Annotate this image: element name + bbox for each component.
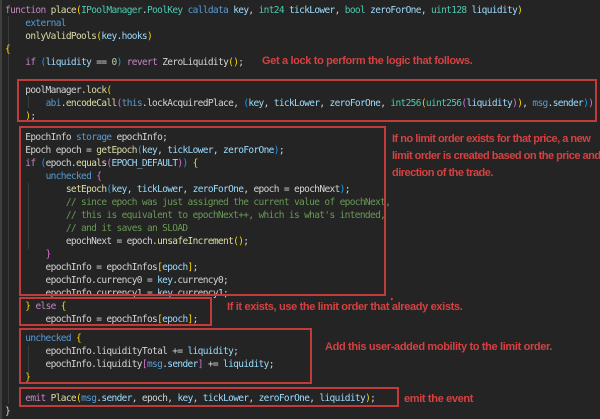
code-line: external	[5, 17, 600, 30]
annotation-stray-period: .	[390, 288, 393, 304]
annotation-get-lock: Get a lock to perform the logic that fol…	[262, 53, 472, 69]
code-line: onlyValidPools(key.hooks)	[5, 30, 600, 43]
annotation-box-else-branch	[19, 297, 212, 326]
code-line: function place(IPoolManager.PoolKey call…	[5, 4, 600, 17]
code-editor: function place(IPoolManager.PoolKey call…	[0, 0, 600, 419]
annotation-box-emit	[19, 387, 399, 407]
annotation-if-exists: If it exists, use the limit order that a…	[227, 299, 462, 315]
annotation-emit-event: emit the event	[404, 391, 473, 407]
annotation-box-unchecked-add	[19, 328, 312, 384]
annotation-box-epoch-creation	[19, 126, 386, 296]
annotation-box-lock-call	[17, 79, 597, 122]
annotation-add-mobility: Add this user-added mobility to the limi…	[325, 339, 552, 355]
annotation-no-limit-order: If no limit order exists for that price,…	[392, 131, 600, 182]
editor-left-border	[0, 0, 2, 419]
